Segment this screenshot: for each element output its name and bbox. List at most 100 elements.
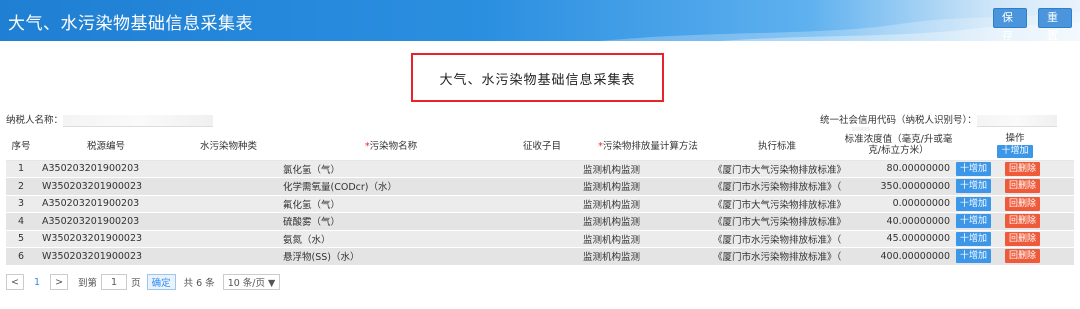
taxpayer-name-value-redacted xyxy=(63,114,214,127)
row-delete-button[interactable]: 回删除 xyxy=(1005,161,1041,176)
row-standard: 《厦门市水污染物排放标准》（ xyxy=(713,177,841,196)
row-method: 监测机构监测 xyxy=(583,177,713,196)
row-standard: 《厦门市大气污染物排放标准》 xyxy=(713,160,841,178)
row-add-button[interactable]: 十增加 xyxy=(956,249,992,264)
row-code: W350203201900023 xyxy=(36,230,176,248)
row-standard: 《厦门市水污染物排放标准》（ xyxy=(713,247,841,266)
taxpayer-name-label: 纳税人名称： xyxy=(6,115,64,126)
row-sub-item xyxy=(501,195,583,213)
col-header-sub-item: 征收子目 xyxy=(501,131,583,161)
page-unit-label: 页 xyxy=(131,278,141,289)
page-size-select[interactable]: 10 条/页 ▼ xyxy=(222,274,281,290)
row-water-type xyxy=(176,177,281,196)
row-pollutant-name: 硫酸雾（气） xyxy=(281,212,501,231)
row-concentration: 400.00000000 xyxy=(841,247,956,266)
row-pollutant-name: 悬浮物(SS)（水） xyxy=(281,247,501,266)
row-delete-button[interactable]: 回删除 xyxy=(1005,249,1041,264)
confirm-jump-button[interactable]: 确定 xyxy=(146,274,176,290)
row-pollutant-name: 氨氮（水） xyxy=(281,230,501,248)
col-header-pollutant-name: *污染物名称 xyxy=(281,131,501,161)
row-add-button[interactable]: 十增加 xyxy=(956,161,992,176)
row-actions: 十增加 回删除 xyxy=(956,247,1074,266)
page-number-1[interactable]: 1 xyxy=(34,277,40,288)
row-water-type xyxy=(176,230,281,248)
row-concentration: 45.00000000 xyxy=(841,230,956,248)
col-header-method: *污染物排放量计算方法 xyxy=(583,131,713,161)
row-no: 1 xyxy=(6,160,36,178)
form-title: 大气、水污染物基础信息采集表 xyxy=(439,73,636,88)
app-title: 大气、水污染物基础信息采集表 xyxy=(8,14,253,34)
row-water-type xyxy=(176,212,281,231)
row-add-button[interactable]: 十增加 xyxy=(956,179,992,194)
credit-code-value-redacted xyxy=(976,114,1057,127)
row-add-button[interactable]: 十增加 xyxy=(956,214,992,229)
row-add-button[interactable]: 十增加 xyxy=(956,231,992,246)
row-code: W350203201900023 xyxy=(36,247,176,266)
row-pollutant-name: 氟化氢（气） xyxy=(281,195,501,213)
row-no: 3 xyxy=(6,195,36,213)
col-header-no: 序号 xyxy=(6,131,36,161)
actions-label: 操作 xyxy=(1005,132,1025,144)
table-header-row: 序号 税源编号 水污染物种类 *污染物名称 征收子目 *污染物排放量计算方法 执… xyxy=(6,131,1074,161)
row-code: A350203201900203 xyxy=(36,195,176,213)
prev-page-button[interactable]: < xyxy=(6,274,24,290)
row-actions: 十增加 回删除 xyxy=(956,195,1074,213)
top-header-bar: 大气、水污染物基础信息采集表 保存 重置 xyxy=(0,0,1080,42)
row-delete-button[interactable]: 回删除 xyxy=(1005,196,1041,211)
row-sub-item xyxy=(501,177,583,196)
reset-button[interactable]: 重置 xyxy=(1038,8,1072,42)
row-pollutant-name: 化学需氧量(CODcr)（水） xyxy=(281,177,501,196)
col-header-concentration: 标准浓度值（毫克/升或毫克/标立方米） xyxy=(841,131,956,161)
table-row: 5 W350203201900023 氨氮（水） 监测机构监测 《厦门市水污染物排放标准… xyxy=(6,230,1074,248)
col-header-code: 税源编号 xyxy=(36,131,176,161)
row-actions: 十增加 回删除 xyxy=(956,212,1074,231)
next-page-button[interactable]: > xyxy=(50,274,69,290)
row-sub-item xyxy=(501,230,583,248)
row-no: 4 xyxy=(6,212,36,231)
col-header-actions: 操作 十增加 xyxy=(956,131,1074,161)
row-standard: 《厦门市大气污染物排放标准》 xyxy=(713,195,841,213)
row-water-type xyxy=(176,247,281,266)
row-no: 6 xyxy=(6,247,36,266)
table-row: 1 A350203201900203 氯化氢（气） 监测机构监测 《厦门市大气污染物排放… xyxy=(6,160,1074,178)
row-pollutant-name: 氯化氢（气） xyxy=(281,160,501,178)
row-concentration: 80.00000000 xyxy=(841,160,956,178)
table-row: 4 A350203201900203 硫酸雾（气） 监测机构监测 《厦门市大气污染物排放… xyxy=(6,212,1074,231)
row-no: 5 xyxy=(6,230,36,248)
row-water-type xyxy=(176,160,281,178)
row-actions: 十增加 回删除 xyxy=(956,160,1074,178)
total-count: 共 6 条 xyxy=(183,278,215,289)
row-method: 监测机构监测 xyxy=(583,247,713,266)
row-actions: 十增加 回删除 xyxy=(956,177,1074,196)
row-delete-button[interactable]: 回删除 xyxy=(1005,179,1041,194)
row-add-button[interactable]: 十增加 xyxy=(956,196,992,211)
table-row: 2 W350203201900023 化学需氧量(CODcr)（水） 监测机构监测 《厦… xyxy=(6,177,1074,196)
row-method: 监测机构监测 xyxy=(583,212,713,231)
row-method: 监测机构监测 xyxy=(583,160,713,178)
credit-code-label: 统一社会信用代码（纳税人识别号）： xyxy=(820,115,977,126)
row-water-type xyxy=(176,195,281,213)
row-concentration: 350.00000000 xyxy=(841,177,956,196)
row-code: W350203201900023 xyxy=(36,177,176,196)
row-standard: 《厦门市水污染物排放标准》（ xyxy=(713,230,841,248)
taxpayer-name-row: 纳税人名称： xyxy=(6,112,214,127)
pollutant-table: 序号 税源编号 水污染物种类 *污染物名称 征收子目 *污染物排放量计算方法 执… xyxy=(6,131,1074,266)
row-code: A350203201900203 xyxy=(36,160,176,178)
pagination: < 1 > 到第 1 页 确定 共 6 条 10 条/页 ▼ xyxy=(6,273,281,291)
row-standard: 《厦门市大气污染物排放标准》 xyxy=(713,212,841,231)
page-jump-input[interactable]: 1 xyxy=(101,274,128,290)
row-delete-button[interactable]: 回删除 xyxy=(1005,214,1041,229)
save-button[interactable]: 保存 xyxy=(993,8,1027,42)
header-add-button[interactable]: 十增加 xyxy=(997,144,1033,158)
row-concentration: 40.00000000 xyxy=(841,212,956,231)
row-no: 2 xyxy=(6,177,36,196)
goto-label: 到第 xyxy=(78,278,98,289)
row-sub-item xyxy=(501,247,583,266)
col-header-standard: 执行标准 xyxy=(713,131,841,161)
row-sub-item xyxy=(501,212,583,231)
table-row: 6 W350203201900023 悬浮物(SS)（水） 监测机构监测 《厦门市水污染… xyxy=(6,247,1074,266)
row-delete-button[interactable]: 回删除 xyxy=(1005,231,1041,246)
row-concentration: 0.00000000 xyxy=(841,195,956,213)
row-method: 监测机构监测 xyxy=(583,195,713,213)
row-code: A350203201900203 xyxy=(36,212,176,231)
